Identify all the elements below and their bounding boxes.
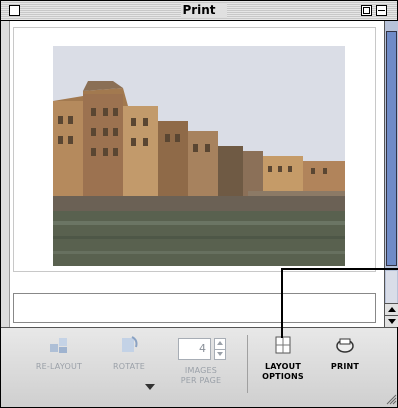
stepper-down-icon[interactable] — [215, 349, 225, 360]
relayout-button[interactable]: RE-LAYOUT — [29, 334, 89, 372]
images-per-page-label-line2: PER PAGE — [180, 376, 222, 385]
resize-grip-icon[interactable] — [385, 393, 397, 405]
layout-options-icon — [275, 336, 291, 354]
rotate-label: ROTATE — [112, 362, 146, 371]
images-per-page-label-line1: IMAGES — [184, 366, 218, 375]
callout-line-horizontal — [281, 268, 398, 270]
images-per-page-stepper[interactable] — [214, 338, 226, 360]
print-window: Print RE-LAYOUT ROTATE IMAGES PER PAGE L… — [0, 0, 398, 408]
layout-options-label-line2: OPTIONS — [262, 372, 304, 381]
title-bar[interactable]: Print — [1, 1, 397, 21]
print-label: PRINT — [330, 362, 360, 371]
images-per-page-field[interactable]: 4 — [178, 338, 211, 360]
printer-icon — [336, 338, 354, 353]
print-button[interactable]: PRINT — [321, 334, 369, 372]
callout-line-vertical — [281, 268, 283, 338]
toolbar-divider — [247, 335, 248, 393]
zoom-box-icon[interactable] — [361, 5, 372, 16]
rotate-menu-chevron-icon[interactable] — [145, 384, 155, 390]
photo-thumbnail[interactable] — [53, 46, 345, 266]
scroll-track[interactable] — [386, 271, 397, 303]
scroll-thumb[interactable] — [386, 31, 397, 266]
scroll-up-arrow-icon[interactable] — [385, 303, 398, 315]
secondary-preview-field[interactable] — [13, 293, 376, 323]
photo-icon — [53, 46, 345, 266]
stepper-up-icon[interactable] — [215, 339, 225, 349]
relayout-icon — [50, 338, 67, 353]
relayout-label: RE-LAYOUT — [35, 362, 83, 371]
scroll-down-arrow-icon[interactable] — [385, 315, 398, 327]
layout-options-label-line1: LAYOUT — [265, 362, 301, 371]
rotate-button[interactable]: ROTATE — [101, 334, 157, 390]
window-title: Print — [182, 3, 216, 17]
rotate-icon — [122, 336, 138, 352]
images-per-page-label-group: IMAGES PER PAGE — [171, 366, 231, 386]
layout-options-button[interactable]: LAYOUT OPTIONS — [255, 334, 311, 382]
vertical-scrollbar[interactable] — [384, 21, 398, 327]
collapse-box-icon[interactable] — [376, 5, 387, 16]
